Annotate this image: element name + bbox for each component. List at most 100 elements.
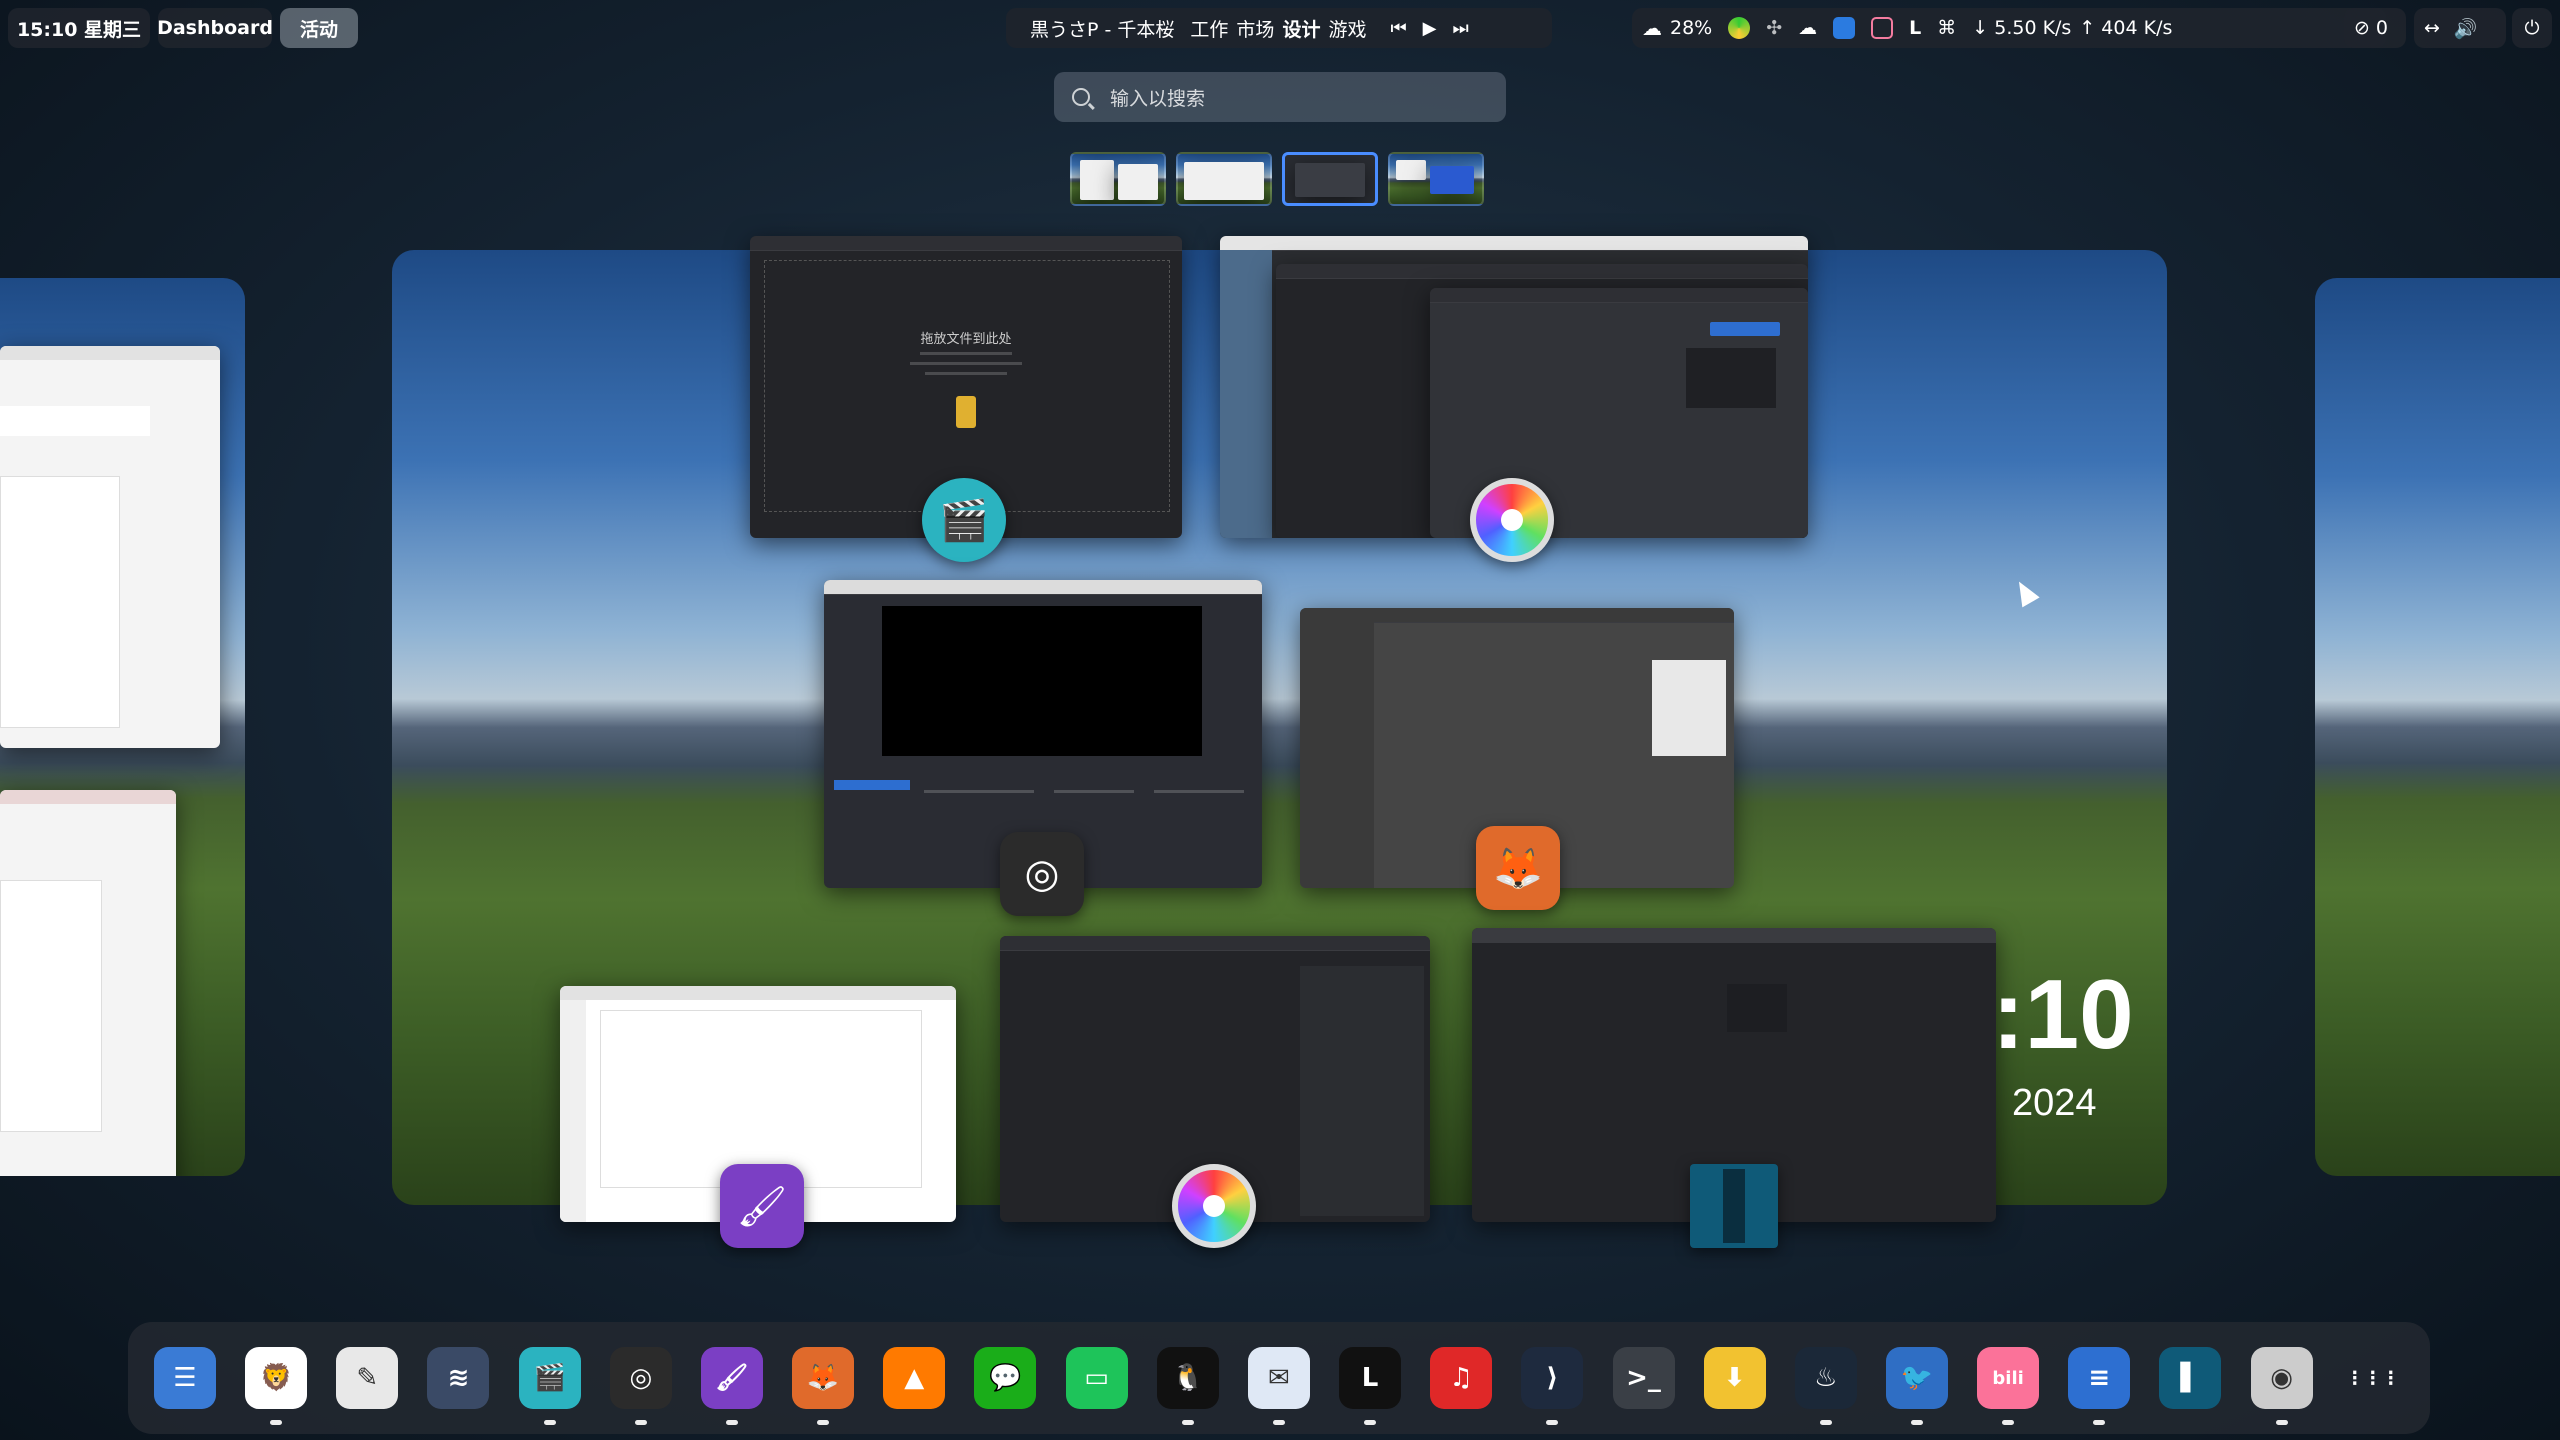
terminal-icon[interactable]: >_ [1612,1347,1675,1409]
previous-track-icon[interactable]: ⏮ [1390,18,1406,39]
workspace-thumbnail-3[interactable] [1282,152,1378,206]
notes-icon[interactable]: ✎ [336,1347,399,1409]
mail-icon[interactable]: ✉ [1247,1347,1310,1425]
workspace-thumbnail-4[interactable] [1388,152,1484,206]
app-grid-icon[interactable]: ⋮⋮⋮ [2342,1347,2404,1409]
search-input[interactable]: 输入以搜索 [1054,72,1506,122]
activities-label: 活动 [299,18,338,41]
workspace-work[interactable]: 工作 [1190,15,1228,42]
notification-count: 0 [2375,17,2389,39]
workspace-design[interactable]: 设计 [1282,15,1320,42]
quick-settings[interactable]: ↔ 🔊 [2414,8,2506,48]
running-indicator [817,1420,830,1425]
network-arrows-icon: ↔ [2424,17,2440,39]
brave-icon[interactable]: 🦁 [245,1347,308,1425]
krita-canvas[interactable] [600,1010,922,1188]
top-bar: 15:10 星期三 Dashboard 活动 黒うさP - 千本桜 工作 市场 … [0,0,2560,56]
obs-preview [882,606,1202,756]
gimp-icon[interactable]: 🦊 [1476,826,1560,910]
files-icon[interactable]: ▭ [1065,1347,1128,1409]
sunflower-image [956,396,976,428]
datetime-text: 15:10 星期三 [16,18,142,41]
installer-icon[interactable]: ⬇ [1703,1347,1766,1409]
lark-icon[interactable]: L [1339,1347,1402,1425]
tray-bilibili-icon[interactable] [1871,17,1894,39]
power-icon: ⏻ [2524,17,2540,39]
page-area [0,476,120,728]
editor-side-panel [1300,966,1424,1216]
bilibili-icon[interactable]: bili [1977,1347,2040,1425]
video-editor-icon[interactable]: 🎬 [518,1347,581,1425]
activities-button[interactable]: 活动 [280,8,358,48]
tray-cloud-icon[interactable]: ☁ [1798,17,1817,39]
vscode-icon[interactable]: ⟩ [1521,1347,1584,1425]
obs-scene-item[interactable] [834,780,910,790]
media-and-workspaces: 黒うさP - 千本桜 工作 市场 设计 游戏 ⏮ ▶ ⏭ [1006,8,1552,48]
file-sidebar [1220,250,1272,538]
krita-icon[interactable]: 🖌 [720,1164,804,1248]
running-indicator [1546,1420,1559,1425]
drop-zone[interactable] [764,260,1170,512]
wechat-icon[interactable]: 💬 [974,1347,1037,1409]
workspace-thumbnails [1070,152,1484,206]
heading-style-box [0,406,150,436]
color-picker-icon[interactable]: ◉ [2250,1347,2313,1425]
panel-app-icon[interactable] [1690,1164,1778,1248]
power-button[interactable]: ⏻ [2512,8,2552,48]
weather-icon[interactable]: ☁ [1642,16,1662,40]
krita-icon[interactable]: 🖌 [700,1347,763,1425]
workspace-thumbnail-2[interactable] [1176,152,1272,206]
datetime-indicator[interactable]: 15:10 星期三 [8,8,150,48]
tray-command-icon[interactable]: ⌘ [1937,17,1956,39]
steam-icon[interactable]: ♨ [1794,1347,1857,1425]
dashboard-button[interactable]: Dashboard [157,8,273,48]
editor-preview [1686,348,1776,408]
drop-zone-title: 拖放文件到此处 [920,332,1012,347]
color-editor-icon[interactable] [1470,478,1554,562]
running-indicator [634,1420,647,1425]
presentation-window[interactable] [0,790,176,1176]
now-playing-title[interactable]: 黒うさP - 千本桜 [1030,15,1174,42]
running-indicator [1910,1420,1923,1425]
dock: ☰ 🦁 ✎ ≋ 🎬 ◎ 🖌 🦊 ▲ 💬 ▭ 🐧 ✉ L ♫ ⟩ >_ ⬇ ♨ 🐦 bili ≡ ▌ ◉ ⋮⋮⋮ [128,1322,2430,1434]
running-indicator [1819,1420,1832,1425]
editor-blue-tab [1710,322,1780,336]
krita-toolbox [560,1000,586,1222]
tray-mail-icon[interactable] [1833,17,1856,39]
document-window[interactable] [0,346,220,748]
panel-icon[interactable]: ▌ [2159,1347,2222,1409]
game-icon[interactable]: 🐦 [1885,1347,1948,1425]
finder-icon[interactable]: ☰ [154,1347,216,1409]
workspace-market[interactable]: 市场 [1236,15,1274,42]
obs-icon[interactable]: ◎ [1000,832,1084,916]
workspace-thumbnail-1[interactable] [1070,152,1166,206]
qq-icon[interactable]: 🐧 [1156,1347,1219,1425]
gimp-icon[interactable]: 🦊 [792,1347,855,1425]
net-down-text: ↓ 5.50 K/s [1972,17,2072,39]
vlc-icon[interactable]: ▲ [883,1347,946,1409]
running-indicator [2002,1420,2015,1425]
panel-preview [1727,984,1787,1032]
volume-icon: 🔊 [2453,17,2478,40]
running-indicator [543,1420,556,1425]
workspace-left-preview[interactable] [0,278,245,1176]
notification-indicator[interactable]: ⊘ 0 [2344,8,2406,48]
workspace-game[interactable]: 游戏 [1328,15,1366,42]
workspace-right-preview[interactable] [2315,278,2560,1176]
tray-lark-icon[interactable]: L [1909,17,1921,39]
clapperboard-icon[interactable]: 🎬 [922,478,1006,562]
battery-text[interactable]: 28% [1670,17,1712,39]
clock-year: 2024 [2012,1082,2097,1124]
gimp-toolbox [1300,622,1374,888]
stack-icon[interactable]: ≡ [2068,1347,2131,1425]
obs-icon[interactable]: ◎ [609,1347,672,1425]
search-icon [1072,88,1090,106]
play-icon[interactable]: ▶ [1423,18,1437,39]
next-track-icon[interactable]: ⏭ [1453,18,1469,39]
color-editor-icon-2[interactable] [1172,1164,1256,1248]
slide-area [0,880,102,1132]
netease-music-icon[interactable]: ♫ [1430,1347,1493,1409]
tray-green-icon[interactable] [1728,17,1751,39]
tray-fan-icon[interactable]: ✣ [1766,17,1782,39]
layers-icon[interactable]: ≋ [427,1347,490,1409]
